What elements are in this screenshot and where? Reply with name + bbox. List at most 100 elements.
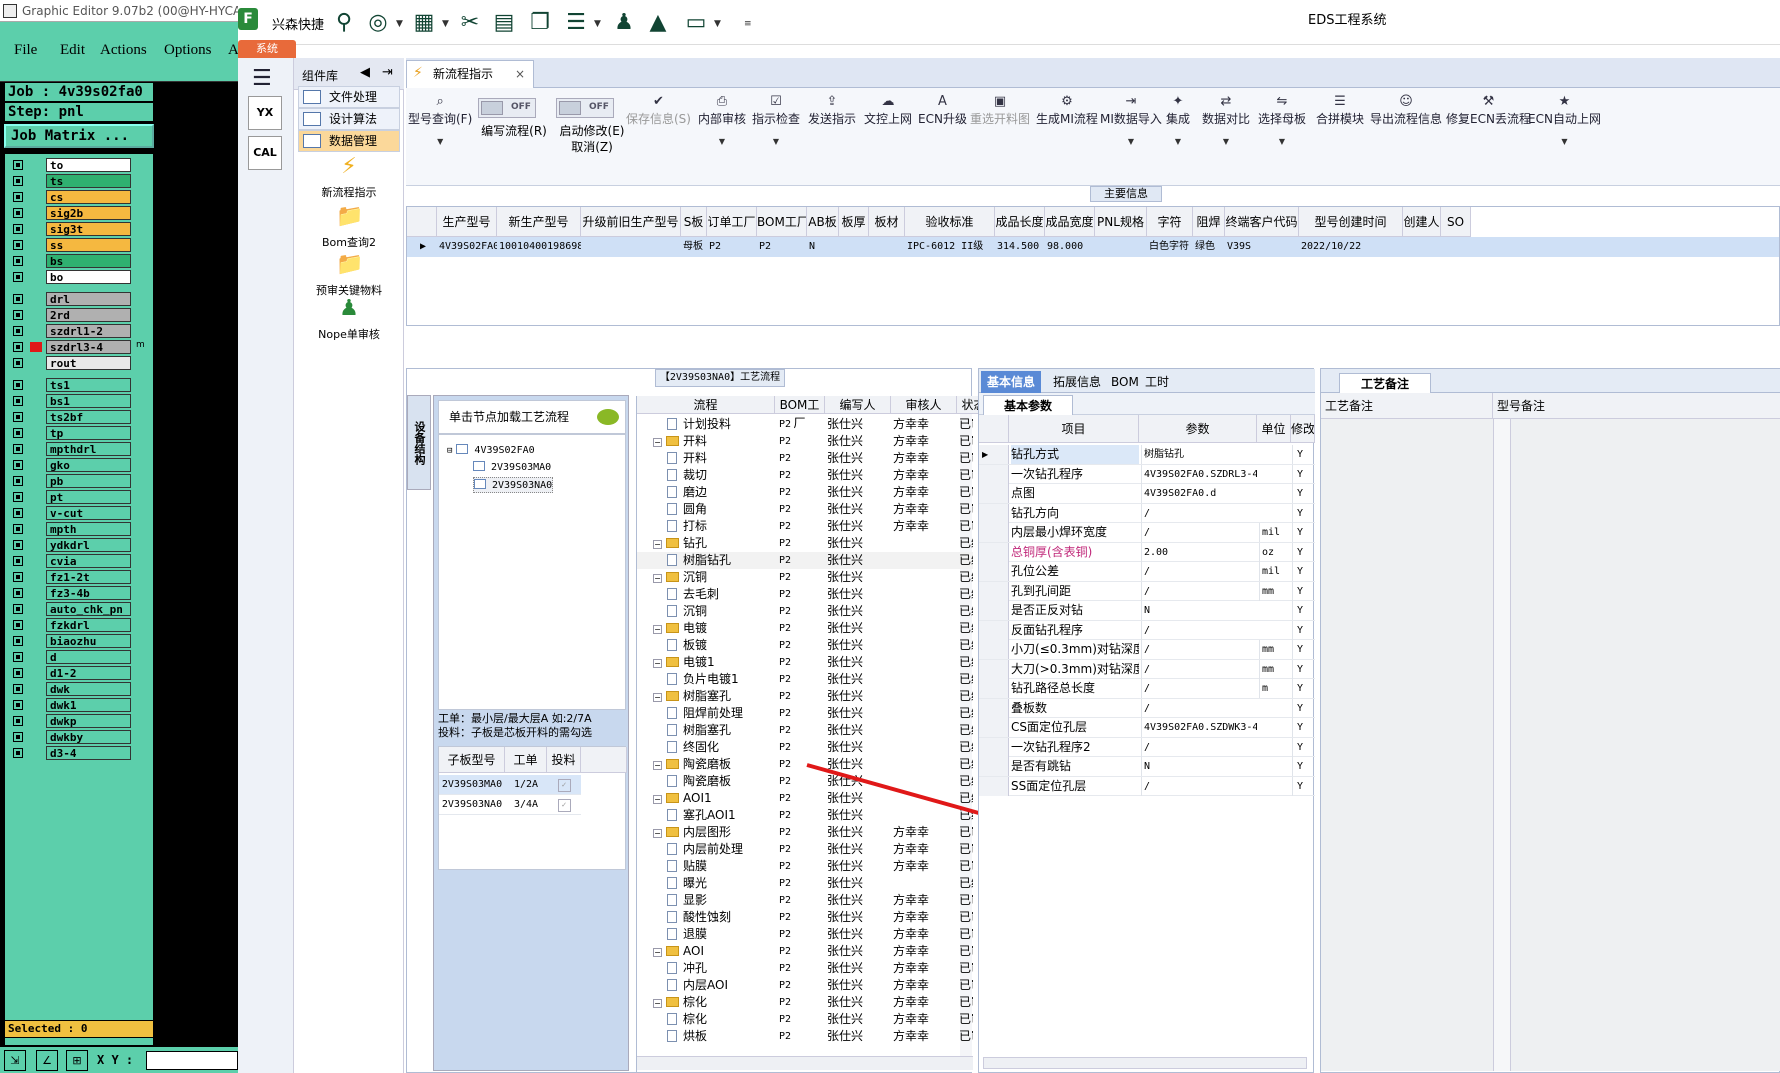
column-header[interactable]: 终端客户代码: [1225, 207, 1299, 237]
layer-row[interactable]: szdrl3-4 m: [8, 339, 145, 355]
table-cell[interactable]: 10010400198698: [497, 237, 581, 257]
layer-name[interactable]: sig3t: [46, 222, 131, 236]
layer-row[interactable]: 2rd: [8, 307, 133, 323]
param-value[interactable]: 4V39S02FA0.d: [1141, 484, 1257, 503]
row-header[interactable]: [979, 718, 1009, 737]
layer-checkbox[interactable]: [13, 540, 23, 550]
horizontal-scrollbar[interactable]: [983, 1057, 1307, 1069]
layer-row[interactable]: szdrl1-2: [8, 323, 133, 339]
layer-name[interactable]: fz1-2t: [46, 570, 131, 584]
flow-row[interactable]: 终固化 P2 张仕兴 已编写: [637, 739, 973, 756]
column-header[interactable]: 创建人: [1403, 207, 1441, 237]
flow-row[interactable]: − 电镀1 P2 张仕兴 已编写: [637, 654, 973, 671]
layer-row[interactable]: d3-4: [8, 745, 133, 761]
table-cell[interactable]: 3/4A: [505, 795, 547, 815]
layer-row[interactable]: cs: [8, 189, 133, 205]
param-value[interactable]: 树脂钻孔: [1141, 445, 1257, 464]
layer-row[interactable]: cvia: [8, 553, 133, 569]
toolbar-button[interactable]: ✦ 集成 ▼: [1166, 94, 1190, 146]
table-cell[interactable]: 1/2A: [505, 775, 547, 795]
toolbar-button[interactable]: ⇪ 发送指示: [808, 94, 856, 127]
layer-name[interactable]: d1-2: [46, 666, 131, 680]
row-indicator[interactable]: ▶: [407, 237, 437, 257]
layer-name[interactable]: bs1: [46, 394, 131, 408]
param-value[interactable]: N: [1141, 757, 1257, 776]
toolbar-button[interactable]: ☰ 合拼模块: [1316, 94, 1364, 127]
param-row[interactable]: 孔到孔间距 / mm Y: [979, 581, 1315, 601]
row-header[interactable]: [979, 679, 1009, 698]
layer-row[interactable]: fz1-2t: [8, 569, 133, 585]
layer-name[interactable]: fzkdrl: [46, 618, 131, 632]
layer-name[interactable]: dwk: [46, 682, 131, 696]
tab-process-notes[interactable]: 工艺备注: [1339, 373, 1431, 393]
scissors-icon[interactable]: ✂: [456, 9, 484, 37]
table-cell[interactable]: P2: [757, 237, 807, 257]
layer-row[interactable]: ss: [8, 237, 133, 253]
collapse-icon[interactable]: −: [653, 574, 662, 583]
layer-name[interactable]: tp: [46, 426, 131, 440]
table-cell[interactable]: 4V39S02FA0: [437, 237, 497, 257]
param-value[interactable]: 4V39S02FA0.SZDWK3-4: [1141, 718, 1257, 737]
param-row[interactable]: 内层最小焊环宽度 / mil Y: [979, 523, 1315, 543]
table-cell[interactable]: P2: [707, 237, 757, 257]
layer-name[interactable]: bo: [46, 270, 131, 284]
column-header[interactable]: 编写人: [825, 396, 891, 414]
table-icon[interactable]: ▦: [410, 9, 438, 37]
column-header[interactable]: 修改: [1291, 415, 1315, 443]
table-cell[interactable]: 2V39S03NA0: [439, 795, 505, 815]
flow-row[interactable]: − AOI P2 张仕兴 方幸幸 已审核: [637, 943, 973, 960]
layer-checkbox[interactable]: [13, 342, 23, 352]
row-header[interactable]: [979, 542, 1009, 562]
param-row[interactable]: 一次钻孔程序2 / Y: [979, 737, 1315, 757]
collapse-icon[interactable]: −: [653, 829, 662, 838]
param-value[interactable]: /: [1141, 679, 1257, 698]
column-header[interactable]: 参数: [1139, 415, 1257, 443]
layer-row[interactable]: d1-2: [8, 665, 133, 681]
hamburger-icon[interactable]: ☰: [252, 66, 272, 91]
toggle-knob[interactable]: [559, 101, 581, 115]
layer-row[interactable]: gko: [8, 457, 133, 473]
column-header[interactable]: 板材: [869, 207, 905, 237]
table-cell[interactable]: [581, 237, 681, 257]
calculator-icon[interactable]: CAL: [248, 136, 282, 170]
table-cell[interactable]: [869, 237, 905, 257]
column-header[interactable]: BOM工厂: [775, 396, 825, 430]
table-cell[interactable]: 98.000: [1045, 237, 1095, 257]
layer-row[interactable]: dwkp: [8, 713, 133, 729]
collapse-icon[interactable]: −: [653, 761, 662, 770]
layer-name[interactable]: szdrl1-2: [46, 324, 131, 338]
row-header[interactable]: [979, 581, 1009, 601]
layer-checkbox[interactable]: [13, 192, 23, 202]
layer-name[interactable]: fz3-4b: [46, 586, 131, 600]
toggle-switch[interactable]: OFF: [478, 98, 536, 118]
flow-row[interactable]: − 树脂塞孔 P2 张仕兴 已编写: [637, 688, 973, 705]
layer-name[interactable]: auto_chk_pn: [46, 602, 131, 616]
collapse-icon[interactable]: −: [653, 948, 662, 957]
table-cell[interactable]: 314.500: [995, 237, 1045, 257]
toolbar-button[interactable]: ⇄ 数据对比 ▼: [1202, 94, 1250, 146]
flow-row[interactable]: 酸性蚀刻 P2 张仕兴 方幸幸 已审核: [637, 909, 973, 926]
monitor-icon[interactable]: ▭: [682, 9, 710, 37]
layer-name[interactable]: ts1: [46, 378, 131, 392]
row-header[interactable]: [979, 620, 1009, 640]
layer-checkbox[interactable]: [13, 492, 23, 502]
table-cell[interactable]: 白色字符: [1147, 237, 1193, 257]
layer-checkbox[interactable]: [13, 668, 23, 678]
flow-row[interactable]: 打标 P2 张仕兴 方幸幸 已审核: [637, 518, 973, 535]
layer-checkbox[interactable]: [13, 524, 23, 534]
toolbar-button[interactable]: ☺ 导出流程信息: [1370, 94, 1442, 127]
layer-checkbox[interactable]: [13, 620, 23, 630]
column-header[interactable]: 板厚: [839, 207, 869, 237]
layer-checkbox[interactable]: [13, 176, 23, 186]
row-header[interactable]: [979, 445, 1009, 464]
layer-name[interactable]: ts: [46, 174, 131, 188]
chevron-down-icon[interactable]: ▼: [594, 19, 601, 29]
column-header[interactable]: 升级前旧生产型号: [581, 207, 681, 237]
table-cell[interactable]: V39S: [1225, 237, 1299, 257]
param-value[interactable]: /: [1141, 640, 1257, 659]
layer-checkbox[interactable]: [13, 444, 23, 454]
toolbar-button[interactable]: ☁ 文控上网: [864, 94, 912, 127]
column-header[interactable]: AB板: [807, 207, 839, 237]
row-header[interactable]: [979, 776, 1009, 796]
flow-row[interactable]: − 沉铜 P2 张仕兴 已编写: [637, 569, 973, 586]
